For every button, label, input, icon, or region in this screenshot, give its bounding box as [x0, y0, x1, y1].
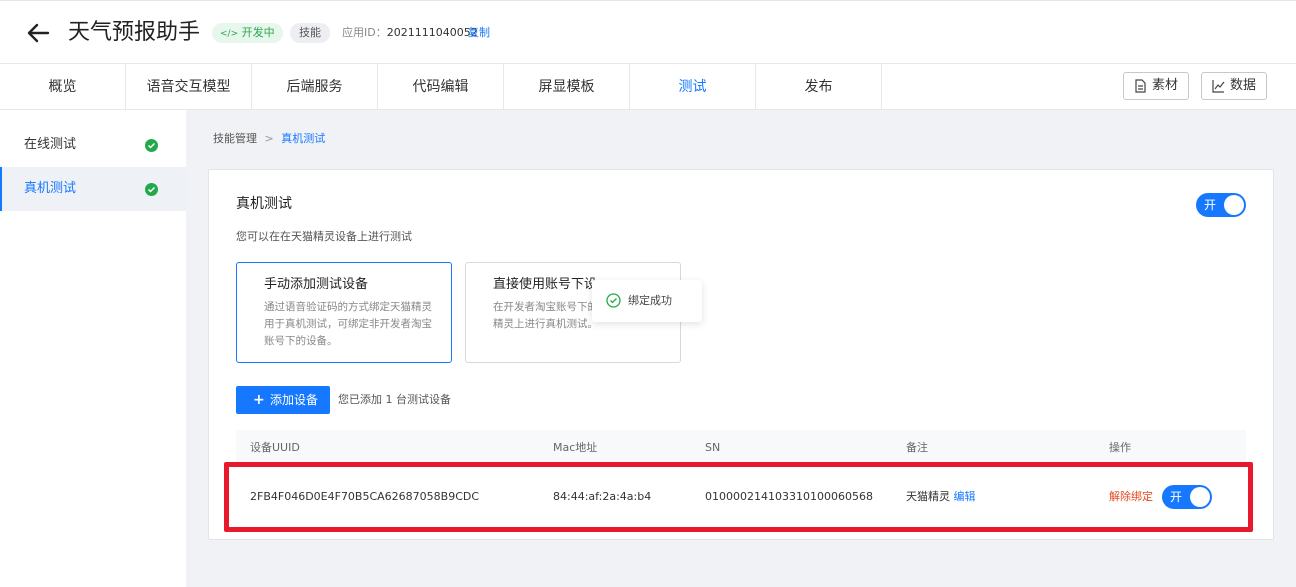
edit-note-link[interactable]: 编辑	[954, 490, 976, 503]
sidebar: 在线测试 真机测试	[0, 110, 186, 587]
data-button[interactable]: 数据	[1201, 72, 1268, 100]
device-count-text: 您已添加 1 台测试设备	[338, 393, 451, 406]
sidebar-item-online-test[interactable]: 在线测试	[0, 123, 186, 167]
breadcrumb-parent[interactable]: 技能管理	[213, 132, 257, 145]
option-manual-add[interactable]: 手动添加测试设备 通过语音验证码的方式绑定天猫精灵用于真机测试，可绑定非开发者淘…	[236, 262, 452, 363]
line-chart-icon	[1212, 80, 1225, 93]
main-tabs: 概览 语音交互模型 后端服务 代码编辑 屏显模板 测试 发布 素材 数据	[0, 64, 1296, 110]
type-badge: 技能	[290, 23, 330, 43]
check-circle-icon	[145, 183, 158, 196]
breadcrumb-current: 真机测试	[281, 132, 326, 145]
column-header: SN	[705, 441, 721, 454]
option-title: 手动添加测试设备	[264, 277, 369, 292]
breadcrumb: 技能管理 > 真机测试	[213, 131, 325, 147]
plus-icon: +	[253, 392, 265, 408]
materials-button[interactable]: 素材	[1123, 72, 1190, 100]
add-device-button[interactable]: + 添加设备	[236, 386, 330, 414]
tab-publish[interactable]: 发布	[756, 64, 882, 110]
mac-address: 84:44:af:2a:4a:b4	[553, 490, 652, 503]
app-id: 应用ID：2021111040052	[342, 26, 478, 39]
tab-voice-model[interactable]: 语音交互模型	[126, 64, 252, 110]
column-header: 操作	[1109, 441, 1131, 454]
option-title: 直接使用账号下设	[493, 277, 598, 292]
serial-number: 010000214103310100060568	[705, 490, 873, 503]
check-circle-icon	[145, 139, 158, 152]
tab-backend[interactable]: 后端服务	[252, 64, 378, 110]
table-header: 设备UUID Mac地址 SN 备注 操作	[236, 430, 1246, 466]
sidebar-item-device-test[interactable]: 真机测试	[0, 167, 186, 211]
unbind-link[interactable]: 解除绑定	[1109, 470, 1153, 524]
toast-text: 绑定成功	[628, 294, 672, 307]
app-title: 天气预报助手	[68, 20, 201, 45]
table-row: 2FB4F046D0E4F70B5CA62687058B9CDC 84:44:a…	[236, 470, 1246, 524]
status-badge: </> 开发中	[212, 23, 283, 43]
panel-description: 您可以在在天猫精灵设备上进行测试	[236, 230, 412, 243]
device-test-toggle[interactable]: 开	[1196, 193, 1246, 217]
column-header: 备注	[906, 441, 928, 454]
column-header: Mac地址	[553, 441, 598, 454]
success-check-icon	[606, 293, 621, 312]
code-icon: </>	[220, 29, 239, 39]
device-note: 天猫精灵 编辑	[906, 490, 976, 503]
copy-appid-link[interactable]: 复制	[468, 23, 490, 43]
column-header: 设备UUID	[250, 441, 300, 454]
tab-screen-template[interactable]: 屏显模板	[504, 64, 630, 110]
tab-test[interactable]: 测试	[630, 64, 756, 110]
device-uuid: 2FB4F046D0E4F70B5CA62687058B9CDC	[250, 490, 480, 503]
tab-code-editor[interactable]: 代码编辑	[378, 64, 504, 110]
tab-overview[interactable]: 概览	[0, 64, 126, 110]
panel-title: 真机测试	[236, 196, 292, 212]
file-icon	[1135, 79, 1146, 93]
app-header: 天气预报助手 </> 开发中 技能 应用ID：2021111040052 复制	[0, 0, 1296, 64]
success-toast: 绑定成功	[592, 280, 702, 322]
breadcrumb-separator: >	[264, 132, 274, 145]
back-arrow-icon[interactable]	[26, 21, 50, 45]
device-toggle[interactable]: 开	[1162, 485, 1212, 509]
option-description: 通过语音验证码的方式绑定天猫精灵用于真机测试，可绑定非开发者淘宝账号下的设备。	[264, 301, 432, 347]
